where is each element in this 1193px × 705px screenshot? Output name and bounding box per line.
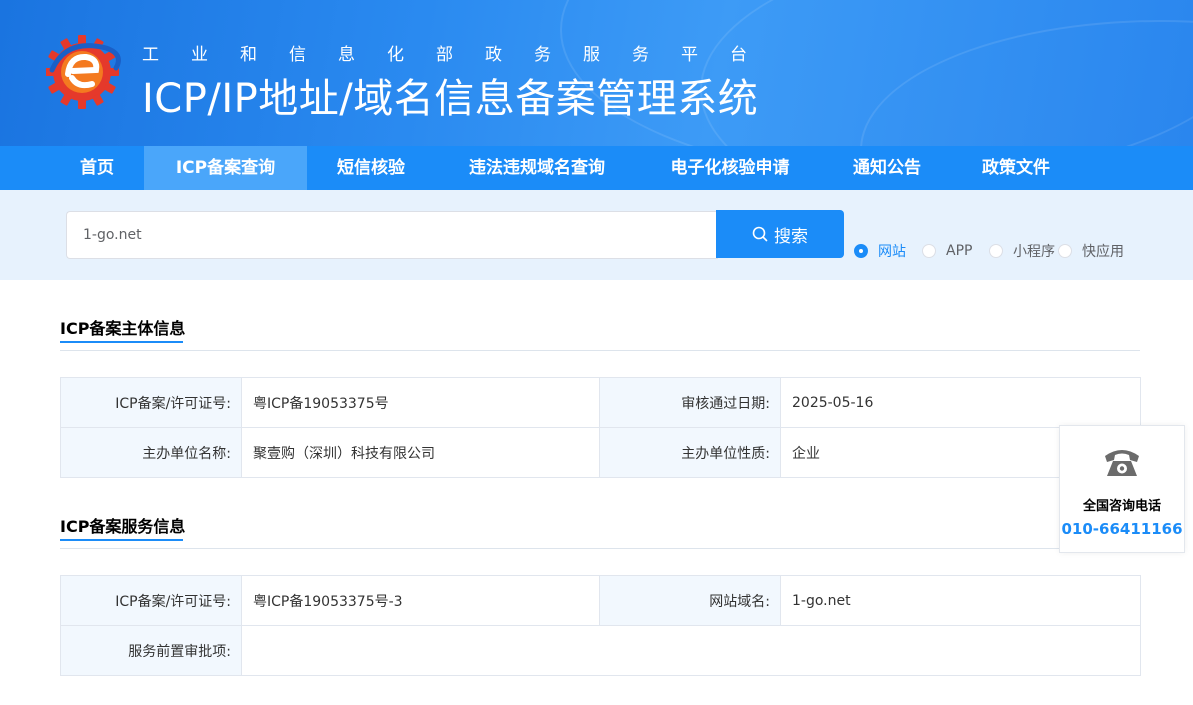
table-row: 服务前置审批项: <box>60 625 1141 676</box>
table-row: ICP备案/许可证号: 粤ICP备19053375号-3 网站域名: 1-go.… <box>60 575 1141 626</box>
radio-label: 网站 <box>878 244 906 260</box>
org-name-label: 主办单位名称: <box>60 427 242 478</box>
org-type-label: 主办单位性质: <box>599 427 781 478</box>
section-divider <box>60 350 1140 351</box>
hotline-widget[interactable]: 全国咨询电话 010-66411166 <box>1059 425 1185 553</box>
pre-approval-value <box>241 625 1141 676</box>
radio-mini-program[interactable]: 小程序 <box>989 242 1055 260</box>
main-nav: 首页 ICP备案查询 短信核验 违法违规域名查询 电子化核验申请 通知公告 政策… <box>0 146 1193 190</box>
radio-website[interactable]: 网站 <box>854 242 906 260</box>
table-row: ICP备案/许可证号: 粤ICP备19053375号 审核通过日期: 2025-… <box>60 377 1141 428</box>
telephone-icon <box>1105 450 1139 476</box>
service-license-label: ICP备案/许可证号: <box>60 575 242 626</box>
approval-date-value: 2025-05-16 <box>780 377 1141 428</box>
radio-label: 快应用 <box>1082 244 1124 260</box>
nav-announcements[interactable]: 通知公告 <box>838 146 936 190</box>
radio-label: 小程序 <box>1013 244 1055 260</box>
service-license-value: 粤ICP备19053375号-3 <box>241 575 600 626</box>
search-button-label: 搜索 <box>774 226 808 247</box>
subject-info-heading: ICP备案主体信息 <box>60 319 186 338</box>
pre-approval-label: 服务前置审批项: <box>60 625 242 676</box>
platform-subtitle: 工业和信息化部政务服务平台 <box>142 45 779 65</box>
system-title: ICP/IP地址/域名信息备案管理系统 <box>142 76 759 122</box>
table-row: 主办单位名称: 聚壹购（深圳）科技有限公司 主办单位性质: 企业 <box>60 427 1141 478</box>
search-input[interactable] <box>66 211 718 259</box>
approval-date-label: 审核通过日期: <box>599 377 781 428</box>
radio-indicator <box>989 244 1003 258</box>
search-area: 搜索 网站 APP 小程序 快应用 <box>0 190 1193 280</box>
search-icon <box>752 226 768 242</box>
org-name-value: 聚壹购（深圳）科技有限公司 <box>241 427 600 478</box>
nav-e-verify-apply[interactable]: 电子化核验申请 <box>652 146 808 190</box>
section-divider <box>60 548 1140 549</box>
nav-icp-query[interactable]: ICP备案查询 <box>144 146 307 190</box>
nav-illegal-domain-query[interactable]: 违法违规域名查询 <box>452 146 622 190</box>
miit-logo-icon <box>46 35 121 109</box>
radio-label: APP <box>946 243 973 259</box>
heading-underline <box>60 539 183 541</box>
nav-home[interactable]: 首页 <box>64 146 130 190</box>
search-button[interactable]: 搜索 <box>716 210 844 258</box>
hotline-label: 全国咨询电话 <box>1082 499 1161 514</box>
license-label: ICP备案/许可证号: <box>60 377 242 428</box>
nav-sms-verify[interactable]: 短信核验 <box>320 146 422 190</box>
nav-policy-docs[interactable]: 政策文件 <box>966 146 1066 190</box>
service-info-table: ICP备案/许可证号: 粤ICP备19053375号-3 网站域名: 1-go.… <box>60 575 1141 676</box>
service-info-heading: ICP备案服务信息 <box>60 517 186 536</box>
heading-underline <box>60 341 183 343</box>
domain-value: 1-go.net <box>780 575 1141 626</box>
subject-info-table: ICP备案/许可证号: 粤ICP备19053375号 审核通过日期: 2025-… <box>60 377 1141 478</box>
radio-indicator <box>1058 244 1072 258</box>
radio-indicator <box>854 244 868 258</box>
license-value: 粤ICP备19053375号 <box>241 377 600 428</box>
radio-quick-app[interactable]: 快应用 <box>1058 242 1124 260</box>
radio-app[interactable]: APP <box>922 242 972 260</box>
hotline-number: 010-66411166 <box>1061 520 1183 538</box>
header-banner: 工业和信息化部政务服务平台 ICP/IP地址/域名信息备案管理系统 <box>0 0 1193 146</box>
domain-label: 网站域名: <box>599 575 781 626</box>
radio-indicator <box>922 244 936 258</box>
